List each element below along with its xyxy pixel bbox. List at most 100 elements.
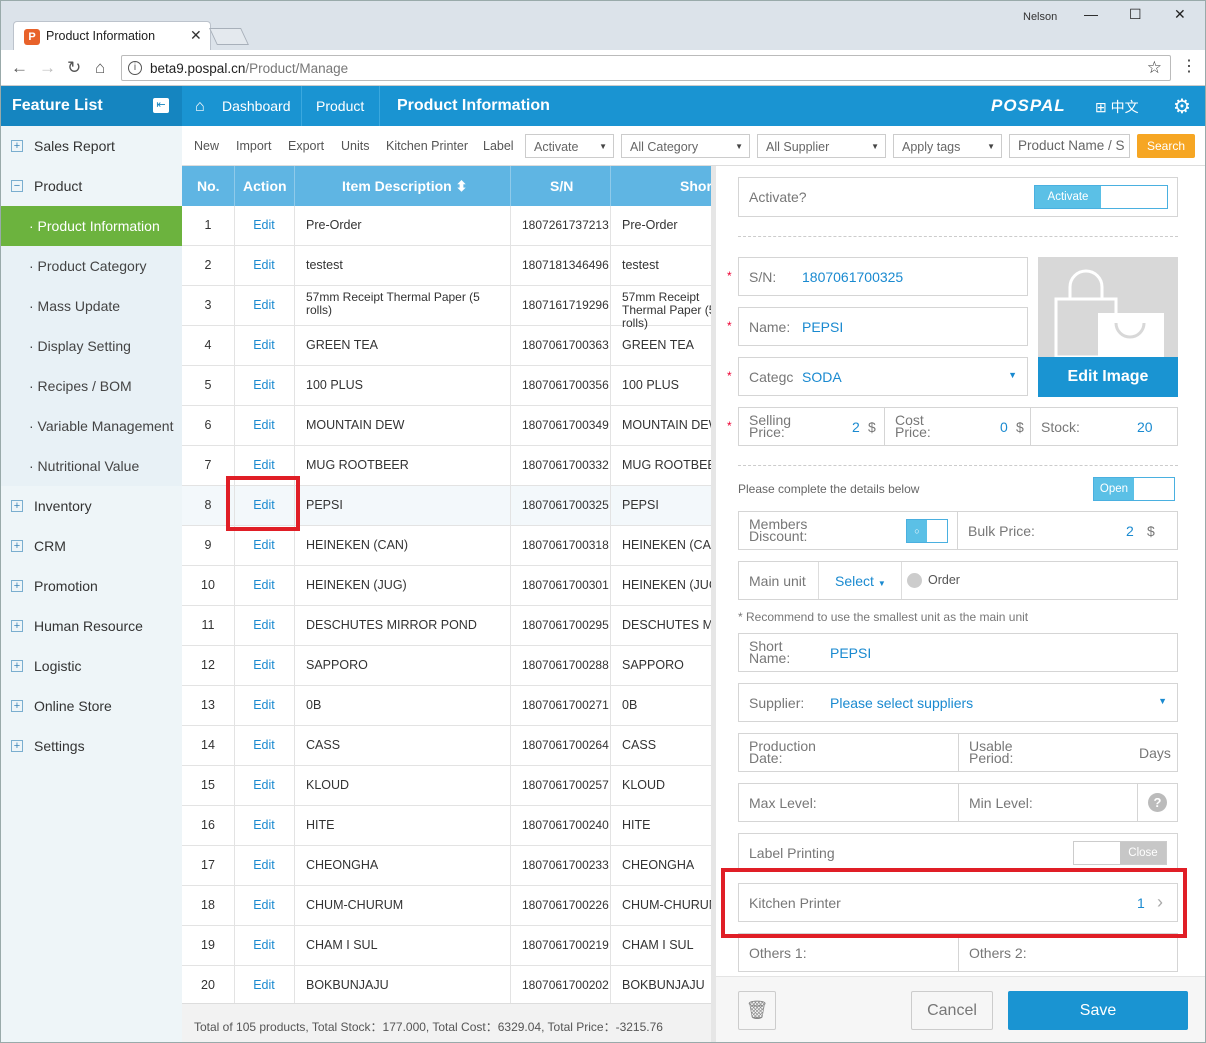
search-button[interactable]: Search — [1137, 134, 1195, 158]
back-icon[interactable]: ← — [11, 58, 28, 78]
sidebar-item[interactable]: · Nutritional Value — [1, 446, 182, 486]
main-unit-select[interactable]: Select ▼ — [835, 573, 886, 589]
min-level-field[interactable]: Min Level: — [958, 783, 1138, 822]
reload-icon[interactable]: ↻ — [67, 58, 81, 78]
edit-link[interactable]: Edit — [234, 418, 294, 432]
table-row[interactable]: 14 Edit CASS 1807061700264 CASS — [182, 726, 711, 766]
table-row[interactable]: 2 Edit testest 1807181346496 testest — [182, 246, 711, 286]
sidebar-item[interactable]: + Sales Report — [1, 126, 182, 166]
browser-tab[interactable]: P Product Information ✕ — [13, 21, 211, 50]
tags-filter-select[interactable]: Apply tags ▼ — [893, 134, 1002, 158]
product-image[interactable]: Edit Image — [1038, 257, 1178, 397]
table-row[interactable]: 13 Edit 0B 1807061700271 0B — [182, 686, 711, 726]
selling-price-field[interactable]: Selling Price: 2 $ — [738, 407, 885, 446]
product-search-input[interactable]: Product Name / S — [1009, 134, 1130, 158]
sidebar-item[interactable]: · Recipes / BOM — [1, 366, 182, 406]
import-button[interactable]: Import — [236, 139, 271, 153]
forward-icon[interactable]: → — [39, 58, 56, 78]
others1-field[interactable]: Others 1: — [738, 933, 959, 972]
edit-link[interactable]: Edit — [234, 458, 294, 472]
edit-link[interactable]: Edit — [234, 618, 294, 632]
save-button[interactable]: Save — [1008, 991, 1188, 1030]
sn-field[interactable]: S/N: 1807061700325 — [738, 257, 1028, 296]
settings-gear-icon[interactable]: ⚙ — [1173, 94, 1191, 119]
units-button[interactable]: Units — [341, 139, 369, 153]
members-discount-toggle[interactable]: ○ — [906, 519, 948, 543]
edit-link[interactable]: Edit — [234, 338, 294, 352]
usable-period-field[interactable]: Usable Period: Days — [958, 733, 1178, 772]
table-row[interactable]: 12 Edit SAPPORO 1807061700288 SAPPORO — [182, 646, 711, 686]
sidebar-item[interactable]: · Product Category — [1, 246, 182, 286]
new-button[interactable]: New — [194, 139, 219, 153]
sidebar-item[interactable]: + Inventory — [1, 486, 182, 526]
edit-link[interactable]: Edit — [234, 858, 294, 872]
bookmark-star-icon[interactable]: ☆ — [1147, 58, 1162, 78]
activate-filter-select[interactable]: Activate ▼ — [525, 134, 614, 158]
sidebar-item[interactable]: − Product — [1, 166, 182, 206]
help-button[interactable]: ? — [1137, 783, 1178, 822]
activate-toggle[interactable]: Activate — [1034, 185, 1168, 209]
cost-price-field[interactable]: Cost Price: 0 $ — [884, 407, 1031, 446]
minimize-icon[interactable]: — — [1084, 6, 1098, 22]
label-button[interactable]: Label — [483, 139, 514, 153]
edit-link[interactable]: Edit — [234, 218, 294, 232]
edit-link[interactable]: Edit — [234, 938, 294, 952]
sidebar-item[interactable]: + CRM — [1, 526, 182, 566]
edit-link[interactable]: Edit — [234, 698, 294, 712]
edit-link[interactable]: Edit — [234, 818, 294, 832]
browser-menu-icon[interactable]: ⋮ — [1181, 56, 1197, 76]
edit-link[interactable]: Edit — [234, 778, 294, 792]
details-open-toggle[interactable]: Open — [1093, 477, 1175, 501]
bulk-price-field[interactable]: Bulk Price: 2 $ — [957, 511, 1178, 550]
profile-name[interactable]: Nelson — [1023, 11, 1057, 23]
short-name-field[interactable]: Short Name: PEPSI — [738, 633, 1178, 672]
others2-field[interactable]: Others 2: — [958, 933, 1178, 972]
new-tab-button[interactable] — [209, 28, 249, 45]
table-row[interactable]: 19 Edit CHAM I SUL 1807061700219 CHAM I SUL — [182, 926, 711, 966]
export-button[interactable]: Export — [288, 139, 324, 153]
table-row[interactable]: 5 Edit 100 PLUS 1807061700356 100 PLUS — [182, 366, 711, 406]
sidebar-item[interactable]: · Variable Management — [1, 406, 182, 446]
supplier-filter-select[interactable]: All Supplier ▼ — [757, 134, 886, 158]
url-field[interactable]: i beta9.pospal.cn/Product/Manage ☆ — [121, 55, 1171, 81]
table-row[interactable]: 11 Edit DESCHUTES MIRROR POND 1807061700295… — [182, 606, 711, 646]
delete-trash-icon[interactable]: 🗑 — [738, 991, 776, 1030]
collapse-sidebar-icon[interactable]: ⇤ — [153, 98, 169, 113]
close-tab-icon[interactable]: ✕ — [190, 27, 202, 44]
category-filter-select[interactable]: All Category ▼ — [621, 134, 750, 158]
table-row[interactable]: 15 Edit KLOUD 1807061700257 KLOUD — [182, 766, 711, 806]
edit-link[interactable]: Edit — [234, 298, 294, 312]
breadcrumb-product[interactable]: Product — [316, 98, 364, 114]
edit-link[interactable]: Edit — [234, 538, 294, 552]
info-icon[interactable]: i — [128, 61, 142, 75]
language-switch[interactable]: ⊞ 中文 — [1095, 97, 1139, 117]
cancel-button[interactable]: Cancel — [911, 991, 993, 1030]
edit-link[interactable]: Edit — [234, 578, 294, 592]
edit-link[interactable]: Edit — [234, 978, 294, 992]
table-row[interactable]: 17 Edit CHEONGHA 1807061700233 CHEONGHA — [182, 846, 711, 886]
table-row[interactable]: 3 Edit 57mm Receipt Thermal Paper (5 rolls… — [182, 286, 711, 330]
maximize-icon[interactable]: ☐ — [1129, 6, 1142, 23]
table-row[interactable]: 4 Edit GREEN TEA 1807061700363 GREEN TEA — [182, 326, 711, 366]
supplier-select[interactable]: Supplier: Please select suppliers ▼ — [738, 683, 1178, 722]
table-row[interactable]: 18 Edit CHUM-CHURUM 1807061700226 CHUM-CHURU… — [182, 886, 711, 926]
sidebar-item[interactable]: + Promotion — [1, 566, 182, 606]
table-row[interactable]: 16 Edit HITE 1807061700240 HITE — [182, 806, 711, 846]
sidebar-item[interactable]: + Settings — [1, 726, 182, 766]
breadcrumb-dashboard[interactable]: Dashboard — [222, 98, 291, 114]
sidebar-item[interactable]: · Mass Update — [1, 286, 182, 326]
edit-link[interactable]: Edit — [234, 898, 294, 912]
home-icon[interactable]: ⌂ — [195, 98, 205, 116]
edit-link[interactable]: Edit — [234, 378, 294, 392]
max-level-field[interactable]: Max Level: — [738, 783, 959, 822]
sidebar-item[interactable]: · Display Setting — [1, 326, 182, 366]
col-description[interactable]: Item Description ⬍ — [342, 178, 467, 195]
name-field[interactable]: Name: PEPSI — [738, 307, 1028, 346]
sidebar-item[interactable]: · Product Information — [1, 206, 182, 246]
kitchen-printer-button[interactable]: Kitchen Printer — [386, 139, 468, 153]
home-icon[interactable]: ⌂ — [95, 58, 105, 78]
table-row[interactable]: 10 Edit HEINEKEN (JUG) 1807061700301 HEINEKE… — [182, 566, 711, 606]
edit-link[interactable]: Edit — [234, 738, 294, 752]
table-row[interactable]: 20 Edit BOKBUNJAJU 1807061700202 BOKBUNJAJU — [182, 966, 711, 1006]
edit-image-button[interactable]: Edit Image — [1038, 357, 1178, 397]
